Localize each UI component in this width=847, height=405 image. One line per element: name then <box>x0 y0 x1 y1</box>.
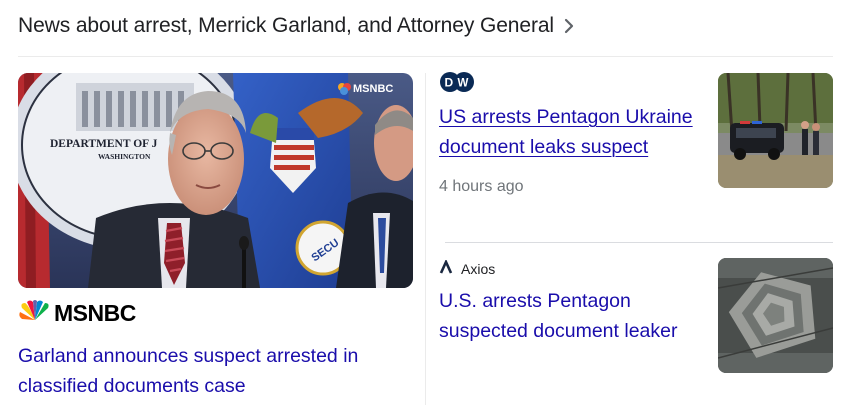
story-divider <box>445 242 833 243</box>
column-divider <box>425 73 426 405</box>
featured-story-card[interactable]: DEPARTMENT OF J WASHINGTON SECU MSNBC MS… <box>18 73 413 401</box>
story-card[interactable]: Axios U.S. arrests Pentagon suspected do… <box>439 258 833 373</box>
svg-text:W: W <box>458 77 469 89</box>
dw-logo-icon: D W <box>439 71 475 98</box>
seal-text: DEPARTMENT OF J <box>50 138 158 150</box>
section-divider <box>18 56 833 57</box>
seal-subtext: WASHINGTON <box>98 152 151 161</box>
axios-logo-icon <box>439 258 453 279</box>
image-watermark: MSNBC <box>353 83 393 95</box>
section-title[interactable]: News about arrest, Merrick Garland, and … <box>18 14 554 38</box>
svg-text:D: D <box>445 75 454 89</box>
featured-story-headline[interactable]: Garland announces suspect arrested in cl… <box>18 341 398 401</box>
story-thumbnail[interactable] <box>718 258 833 373</box>
story-headline[interactable]: US arrests Pentagon Ukraine document lea… <box>439 102 694 162</box>
source-logo-msnbc[interactable]: MSNBC <box>18 299 413 327</box>
story-headline[interactable]: U.S. arrests Pentagon suspected document… <box>439 286 694 346</box>
msnbc-peacock-icon <box>18 299 52 327</box>
featured-story-image[interactable]: DEPARTMENT OF J WASHINGTON SECU MSNBC <box>18 73 413 288</box>
source-name: MSNBC <box>54 299 136 326</box>
story-card[interactable]: D W US arrests Pentagon Ukraine document… <box>439 71 833 196</box>
news-section-header[interactable]: News about arrest, Merrick Garland, and … <box>18 8 574 44</box>
story-thumbnail[interactable] <box>718 73 833 188</box>
source-name: Axios <box>461 261 496 277</box>
chevron-right-icon[interactable] <box>564 18 574 34</box>
